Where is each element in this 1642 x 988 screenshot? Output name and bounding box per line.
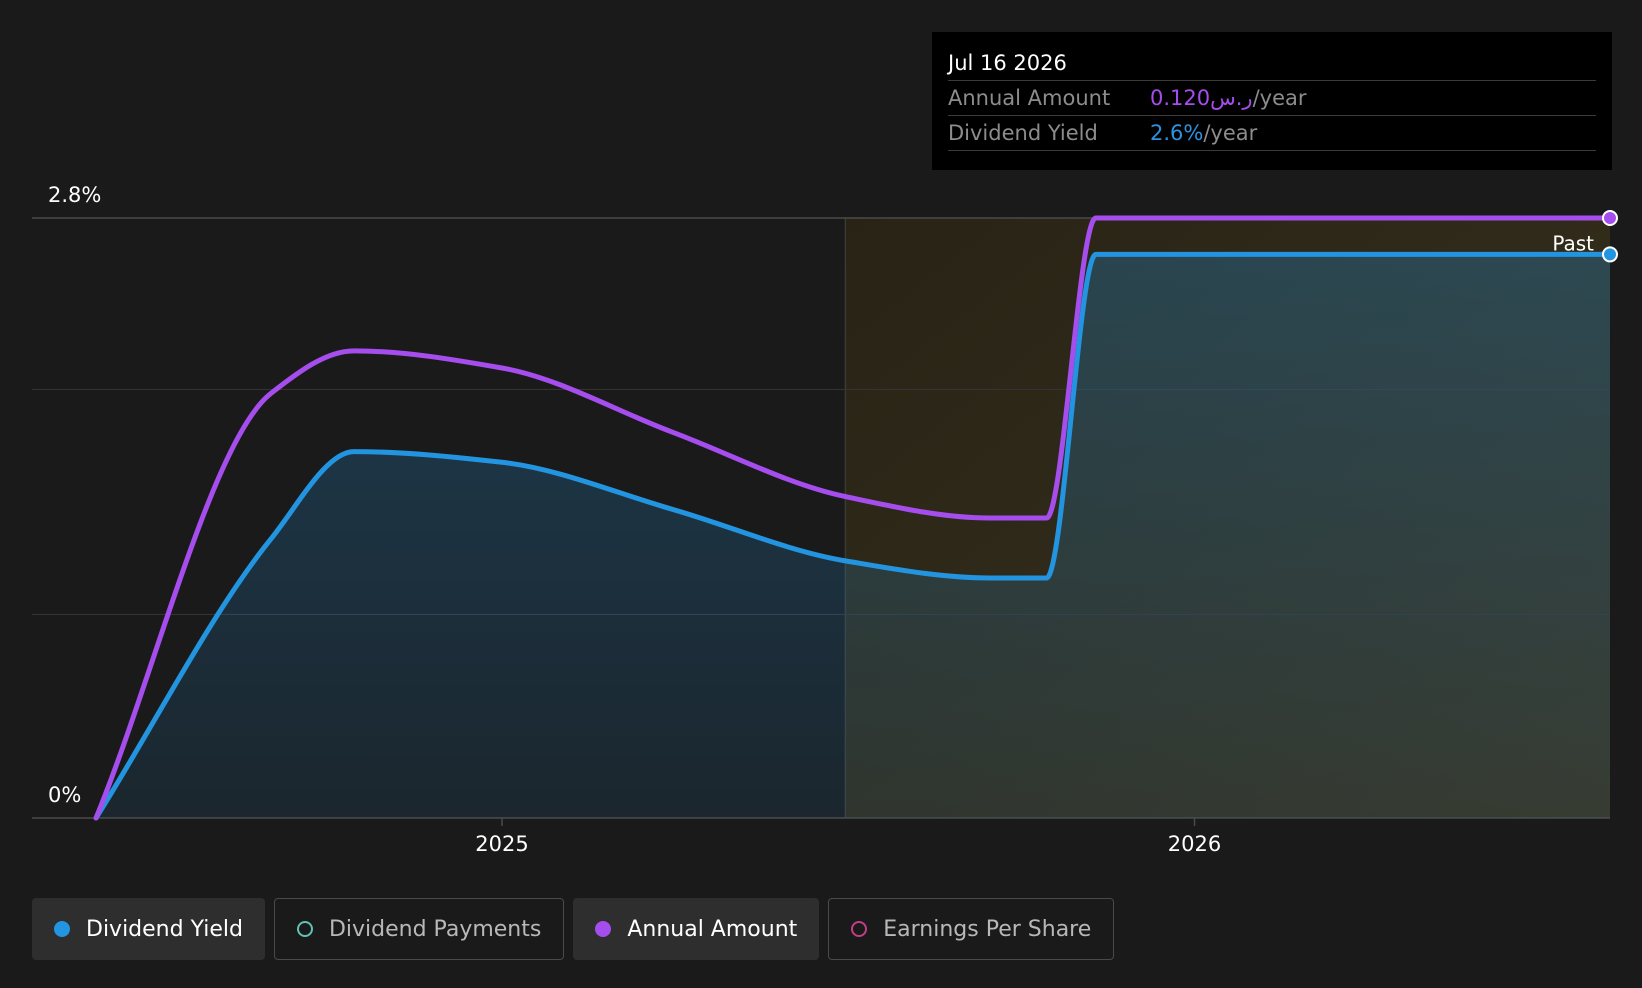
tooltip-value: 2.6% [1150, 121, 1204, 145]
x-tick-label: 2025 [475, 832, 528, 856]
tooltip-label: Dividend Yield [948, 121, 1098, 145]
y-tick-label: 0% [48, 783, 81, 807]
tooltip: Jul 16 2026 Annual Amount 0.120ر.س/year … [932, 32, 1612, 170]
tooltip-row-annual-amount: Annual Amount 0.120ر.س/year [948, 81, 1596, 116]
legend-dot-icon [54, 921, 70, 937]
x-tick-label: 2026 [1168, 832, 1221, 856]
dividend-yield-end-point [1602, 246, 1618, 263]
tooltip-date: Jul 16 2026 [948, 46, 1596, 81]
legend-label: Dividend Yield [86, 916, 243, 942]
legend-ring-icon [851, 921, 868, 937]
legend-label: Annual Amount [627, 916, 798, 942]
legend-label: Dividend Payments [328, 916, 542, 942]
legend-dividend-payments[interactable]: Dividend Payments [273, 898, 565, 960]
tooltip-unit: /year [1252, 86, 1307, 110]
tooltip-label: Annual Amount [948, 86, 1111, 110]
annual-amount-end-point [1602, 210, 1618, 226]
legend-earnings-per-share[interactable]: Earnings Per Share [828, 898, 1115, 960]
legend: Dividend Yield Dividend Payments Annual … [32, 898, 1115, 960]
legend-annual-amount[interactable]: Annual Amount [573, 898, 820, 960]
tooltip-value: 0.120ر.س [1150, 86, 1253, 110]
legend-label: Earnings Per Share [883, 916, 1092, 942]
legend-dividend-yield[interactable]: Dividend Yield [32, 898, 265, 960]
y-tick-label: 2.8% [48, 183, 101, 207]
tooltip-row-dividend-yield: Dividend Yield 2.6%/year [948, 116, 1596, 151]
tooltip-unit: /year [1203, 121, 1258, 145]
legend-ring-icon [296, 921, 313, 937]
legend-dot-icon [595, 921, 612, 937]
past-label: Past [1552, 231, 1594, 255]
